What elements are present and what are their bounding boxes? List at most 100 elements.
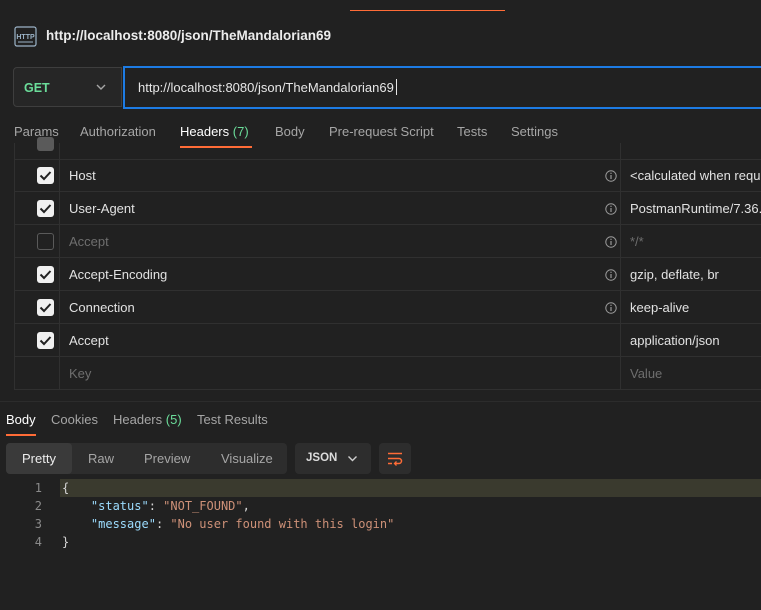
info-icon[interactable] <box>605 203 617 215</box>
checkbox[interactable] <box>37 233 54 250</box>
checkbox[interactable] <box>37 299 54 316</box>
header-key[interactable]: Connection <box>69 300 135 315</box>
table-row: Accept-Encoding gzip, deflate, br <box>14 258 761 291</box>
column-divider <box>59 143 60 159</box>
line-number: 2 <box>34 499 42 513</box>
check-icon <box>39 270 52 280</box>
column-divider <box>620 159 621 192</box>
response-tab-body[interactable]: Body <box>6 412 36 427</box>
check-icon <box>39 303 52 313</box>
tab-label: Headers <box>113 412 163 427</box>
tab-label: Tests <box>457 124 488 139</box>
tab-label: Test Results <box>197 412 268 427</box>
svg-text:HTTP: HTTP <box>16 34 35 41</box>
json-comma: , <box>242 499 250 513</box>
column-divider <box>59 258 60 291</box>
tab-authorization[interactable]: Authorization <box>80 124 156 139</box>
header-key[interactable]: Accept <box>69 333 109 348</box>
column-divider <box>620 143 621 159</box>
column-divider <box>620 192 621 225</box>
tab-pre-request-script[interactable]: Pre-request Script <box>329 124 434 139</box>
json-key: "message" <box>90 517 156 531</box>
table-row: Accept */* <box>14 225 761 258</box>
header-value[interactable]: */* <box>630 234 644 249</box>
section-divider <box>0 401 761 402</box>
header-value[interactable]: PostmanRuntime/7.36.3 <box>630 201 761 216</box>
view-raw-button[interactable]: Raw <box>88 451 114 466</box>
url-input-value[interactable]: http://localhost:8080/json/TheMandaloria… <box>138 80 394 95</box>
current-line-highlight <box>60 479 761 497</box>
tab-label: Settings <box>511 124 558 139</box>
table-left-border <box>14 143 15 390</box>
table-row: Accept application/json <box>14 324 761 357</box>
code-line[interactable]: { <box>62 481 69 495</box>
column-divider <box>620 225 621 258</box>
code-line[interactable]: } <box>62 535 69 549</box>
table-row: Host <calculated when reque <box>14 159 761 192</box>
tab-label: Headers <box>180 124 230 139</box>
wrap-lines-icon <box>388 452 403 466</box>
line-number: 4 <box>34 535 42 549</box>
chevron-down-icon[interactable] <box>95 82 107 92</box>
header-key[interactable]: Accept-Encoding <box>69 267 167 282</box>
tab-label: Authorization <box>80 124 156 139</box>
tab-label: Body <box>6 412 36 427</box>
header-value[interactable]: keep-alive <box>630 300 689 315</box>
checkbox[interactable] <box>37 167 54 184</box>
response-tab-cookies[interactable]: Cookies <box>51 412 98 427</box>
json-brace: } <box>62 535 70 549</box>
view-visualize-button[interactable]: Visualize <box>221 451 273 466</box>
tab-label: Cookies <box>51 412 98 427</box>
checkbox[interactable] <box>37 332 54 349</box>
header-key[interactable]: Accept <box>69 234 109 249</box>
http-icon: HTTP <box>14 26 37 47</box>
json-key: "status" <box>90 499 149 513</box>
wrap-lines-button[interactable] <box>379 443 411 474</box>
check-icon <box>39 204 52 214</box>
tab-settings[interactable]: Settings <box>511 124 558 139</box>
table-row: Connection keep-alive <box>14 291 761 324</box>
table-row <box>14 137 761 160</box>
json-value: "NOT_FOUND" <box>163 499 243 513</box>
info-icon[interactable] <box>605 236 617 248</box>
table-row-new: Key Value <box>14 357 761 390</box>
column-divider <box>620 324 621 357</box>
column-divider <box>59 159 60 192</box>
header-value[interactable]: application/json <box>630 333 720 348</box>
header-key[interactable]: Host <box>69 168 96 183</box>
header-value[interactable]: gzip, deflate, br <box>630 267 719 282</box>
info-icon[interactable] <box>605 170 617 182</box>
tab-body[interactable]: Body <box>275 124 305 139</box>
line-number: 1 <box>34 481 42 495</box>
table-row: User-Agent PostmanRuntime/7.36.3 <box>14 192 761 225</box>
checkbox[interactable] <box>37 200 54 217</box>
new-key-input[interactable]: Key <box>69 366 91 381</box>
tab-count: (7) <box>232 124 249 139</box>
method-label: GET <box>24 81 50 95</box>
tab-headers[interactable]: Headers (7) <box>180 124 249 139</box>
check-icon <box>39 171 52 181</box>
text-caret <box>396 79 397 95</box>
checkbox[interactable] <box>37 266 54 283</box>
new-value-input[interactable]: Value <box>630 366 662 381</box>
checkbox[interactable] <box>37 137 54 151</box>
code-line[interactable]: "status": "NOT_FOUND", <box>62 499 250 513</box>
response-tab-headers[interactable]: Headers (5) <box>113 412 182 427</box>
column-divider <box>620 291 621 324</box>
header-key[interactable]: User-Agent <box>69 201 135 216</box>
view-pretty-label[interactable]: Pretty <box>22 451 56 466</box>
info-icon[interactable] <box>605 302 617 314</box>
request-title[interactable]: http://localhost:8080/json/TheMandaloria… <box>46 28 331 43</box>
tab-count: (5) <box>165 412 182 427</box>
code-line[interactable]: "message": "No user found with this logi… <box>62 517 394 531</box>
tab-tests[interactable]: Tests <box>457 124 487 139</box>
column-divider <box>620 258 621 291</box>
view-preview-button[interactable]: Preview <box>144 451 190 466</box>
info-icon[interactable] <box>605 269 617 281</box>
tab-label: Pre-request Script <box>329 124 434 139</box>
header-value[interactable]: <calculated when reque <box>630 168 761 183</box>
active-tab-indicator <box>350 10 505 11</box>
column-divider <box>620 357 621 390</box>
response-tab-test-results[interactable]: Test Results <box>197 412 268 427</box>
check-icon <box>39 336 52 346</box>
